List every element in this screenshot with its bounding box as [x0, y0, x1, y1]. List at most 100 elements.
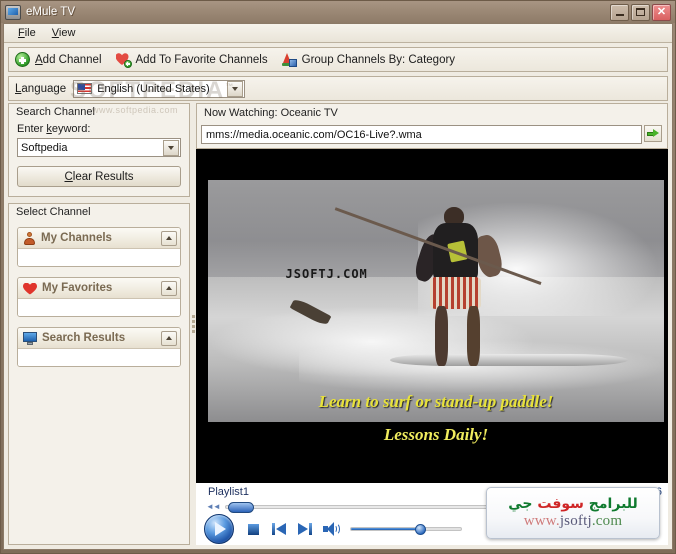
menu-bar: File View	[4, 24, 672, 43]
my-favorites-title: My Favorites	[42, 282, 113, 294]
previous-track-icon	[272, 523, 286, 535]
language-combo[interactable]: English (United States)	[73, 79, 246, 98]
maximize-icon	[636, 8, 645, 16]
language-combo-value: English (United States)	[97, 82, 210, 95]
minimize-icon	[615, 14, 624, 16]
video-frame: JSOFTJ.COM Learn to surf or stand-up pad…	[208, 180, 664, 422]
my-channels-title: My Channels	[41, 232, 112, 244]
group-channels-by-label: Group Channels By: Category	[301, 53, 456, 66]
next-track-icon	[298, 523, 312, 535]
stream-url-input[interactable]: mms://media.oceanic.com/OC16-Live?.wma	[201, 125, 642, 144]
video-caption-line-2: Lessons Daily!	[383, 425, 489, 444]
arabic-part-1: جي	[508, 496, 533, 512]
search-channel-group-title: Search Channel	[16, 106, 95, 118]
search-results-title: Search Results	[42, 332, 126, 344]
close-button[interactable]: ✕	[652, 3, 671, 21]
add-to-favorite-channels-button[interactable]: Add To Favorite Channels	[116, 52, 268, 68]
search-results-header[interactable]: Search Results	[18, 328, 180, 349]
body-split: Search Channel Enter keyword: Softpedia …	[4, 103, 672, 549]
add-channel-icon	[15, 52, 30, 67]
search-channel-group: Search Channel Enter keyword: Softpedia …	[8, 103, 190, 197]
mute-button[interactable]	[318, 518, 344, 540]
window-title: eMule TV	[26, 6, 76, 18]
chevron-down-icon[interactable]	[227, 80, 244, 97]
search-keyword-value: Softpedia	[21, 141, 68, 154]
previous-button[interactable]	[266, 518, 292, 540]
maximize-button[interactable]	[631, 3, 650, 21]
us-flag-icon	[77, 83, 93, 94]
my-favorites-list[interactable]	[18, 299, 180, 316]
playlist-label: Playlist1	[208, 486, 249, 498]
jsoftj-arabic-text: للبرامج سوفت جي	[508, 496, 638, 512]
minimize-button[interactable]	[610, 3, 629, 21]
player-controls: Playlist1 00:16 ◄◄ ►►	[196, 483, 668, 545]
volume-fill	[351, 528, 420, 530]
right-pane: Now Watching: Oceanic TV mms://media.oce…	[196, 103, 668, 545]
play-button[interactable]	[204, 514, 234, 544]
my-favorites-collapse-chevron-icon[interactable]	[161, 280, 177, 296]
search-results-list[interactable]	[18, 349, 180, 366]
volume-slider-thumb[interactable]	[414, 524, 426, 535]
site-www: www.	[523, 513, 560, 529]
search-channel-content: Enter keyword: Softpedia Clear Results	[9, 119, 189, 196]
seek-slider-thumb[interactable]	[227, 501, 254, 513]
my-channels-header[interactable]: My Channels	[18, 228, 180, 249]
main-toolbar: Add Channel Add To Favorite Channels Gro…	[8, 47, 668, 72]
select-channel-group: Select Channel My Channels My Favorites …	[8, 203, 190, 545]
my-channels-collapse-chevron-icon[interactable]	[161, 230, 177, 246]
stop-button[interactable]	[240, 518, 266, 540]
group-channels-by-button[interactable]: Group Channels By: Category	[281, 52, 456, 67]
my-channels-card: My Channels	[17, 227, 181, 267]
menu-item-file[interactable]: File	[10, 26, 44, 40]
title-bar[interactable]: eMule TV ✕	[1, 1, 675, 23]
search-keyword-input[interactable]: Softpedia	[17, 138, 181, 157]
video-area[interactable]: JSOFTJ.COM Learn to surf or stand-up pad…	[196, 149, 668, 483]
menu-item-view[interactable]: View	[44, 26, 84, 40]
toolbar-area: SOFTPEDIA™ www.softpedia.com Add Channel…	[4, 43, 672, 115]
menu-item-file-rest: ile	[24, 27, 36, 39]
my-channels-list[interactable]	[18, 249, 180, 266]
my-favorites-header[interactable]: My Favorites	[18, 278, 180, 299]
jsoftj-site-text: www.jsoftj.com	[524, 513, 623, 530]
site-name: jsoftj	[559, 513, 592, 529]
heart-icon	[23, 282, 37, 295]
select-channel-group-title: Select Channel	[16, 206, 91, 218]
add-channel-button[interactable]: Add Channel	[15, 52, 102, 67]
language-bar: Language English (United States)	[8, 76, 668, 101]
search-results-card: Search Results	[17, 327, 181, 367]
go-arrow-icon	[647, 129, 659, 138]
next-button[interactable]	[292, 518, 318, 540]
surfer-figure	[412, 206, 505, 367]
now-watching-label: Now Watching: Oceanic TV	[196, 103, 668, 122]
person-icon	[23, 231, 36, 245]
splitter-grip-icon	[191, 315, 195, 333]
video-watermark: JSOFTJ.COM	[285, 267, 368, 282]
language-label: Language	[15, 82, 67, 95]
tv-icon	[5, 4, 21, 20]
url-row: mms://media.oceanic.com/OC16-Live?.wma	[196, 122, 668, 149]
rewind-icon[interactable]: ◄◄	[206, 502, 221, 511]
menu-item-view-rest: iew	[58, 27, 76, 39]
application-window: eMule TV ✕ File View SOFTPEDIA™ www.soft…	[0, 0, 676, 554]
search-results-collapse-chevron-icon[interactable]	[161, 330, 177, 346]
site-tld: .com	[591, 513, 623, 529]
enter-keyword-label: Enter keyword:	[17, 123, 91, 135]
select-channel-content: My Channels My Favorites Search Results	[9, 219, 189, 375]
add-channel-label: Add Channel	[35, 53, 102, 66]
video-caption-line-1: Learn to surf or stand-up paddle!	[318, 392, 554, 412]
play-icon	[215, 522, 226, 536]
speaker-icon	[322, 522, 340, 536]
clear-results-button[interactable]: Clear Results	[17, 166, 181, 187]
close-icon: ✕	[656, 5, 667, 18]
stop-icon	[247, 523, 259, 535]
arabic-part-2: سوفت	[537, 496, 584, 512]
go-button[interactable]	[644, 125, 662, 142]
arabic-part-3: للبرامج	[588, 496, 638, 512]
media-player: JSOFTJ.COM Learn to surf or stand-up pad…	[196, 149, 668, 545]
volume-slider[interactable]	[350, 524, 462, 535]
keyword-chevron-down-icon[interactable]	[163, 139, 179, 156]
client-area: File View SOFTPEDIA™ www.softpedia.com A…	[3, 23, 673, 550]
group-by-icon	[281, 52, 297, 67]
add-to-favorite-channels-label: Add To Favorite Channels	[135, 53, 268, 66]
monitor-icon	[23, 331, 37, 345]
